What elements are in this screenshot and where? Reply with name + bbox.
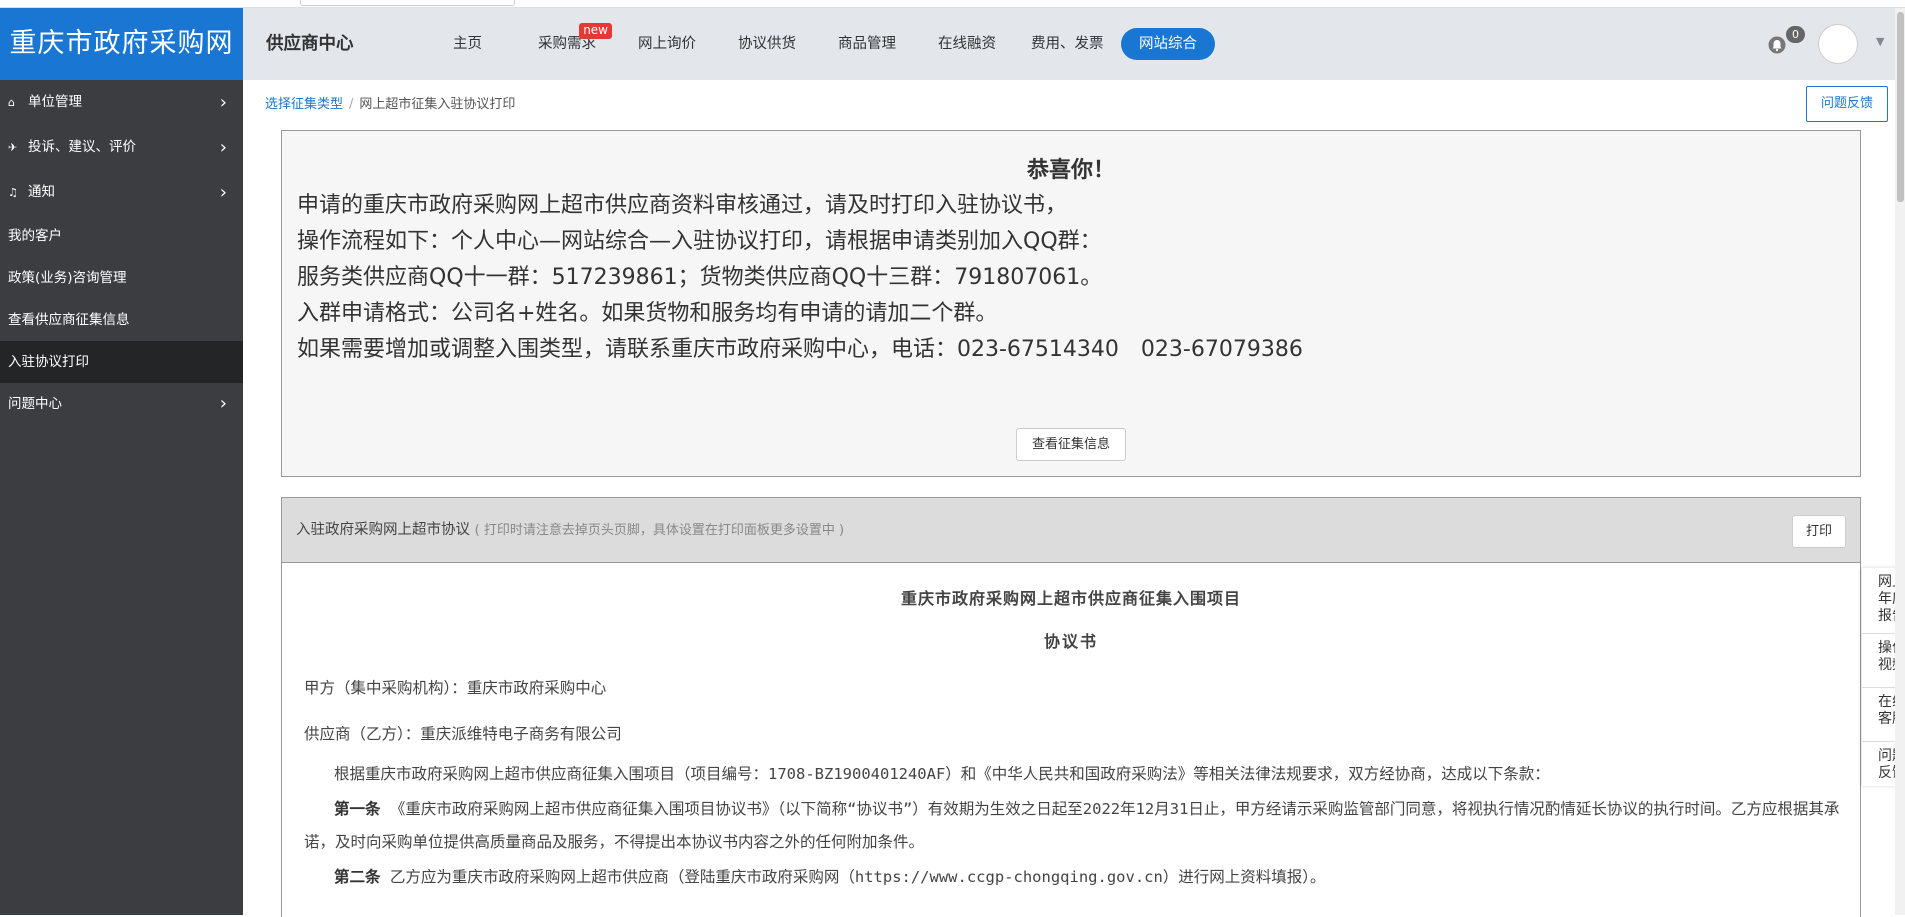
document-subtitle: 协议书 (1043, 632, 1098, 651)
nav-procurement-demand[interactable]: 采购需求 new (538, 8, 612, 80)
bell-icon: ♫ (8, 186, 18, 199)
notice-line: 服务类供应商QQ十一群：517239861；货物类供应商QQ十三群：791807… (297, 265, 1103, 290)
party-b: 供应商（乙方）：重庆派维特电子商务有限公司 (304, 725, 622, 743)
nav-home[interactable]: 主页 (453, 8, 482, 80)
chevron-right-icon: › (219, 393, 227, 414)
agreement-panel: 入驻政府采购网上超市协议 ( 打印时请注意去掉页头页脚，具体设置在打印面板更多设… (281, 497, 1861, 917)
sidebar-item-view-supplier-info[interactable]: 查看供应商征集信息 (0, 299, 243, 341)
agreement-panel-header: 入驻政府采购网上超市协议 ( 打印时请注意去掉页头页脚，具体设置在打印面板更多设… (282, 498, 1860, 563)
panel-title-text: 入驻政府采购网上超市协议 (296, 522, 470, 538)
send-icon: ✈ (8, 141, 18, 154)
notice-title: 恭喜你！ (1026, 158, 1115, 183)
sidebar-item-my-customers[interactable]: 我的客户 (0, 215, 243, 257)
document-title: 重庆市政府采购网上超市供应商征集入围项目 (900, 589, 1241, 608)
address-box (300, 0, 515, 6)
article-label: 第一条 (334, 800, 381, 818)
user-avatar[interactable] (1818, 24, 1858, 64)
browser-top-strip (0, 0, 1905, 8)
breadcrumb-current: 网上超市征集入驻协议打印 (359, 97, 516, 112)
scrollbar-thumb[interactable] (1897, 12, 1904, 202)
notification-bell-icon[interactable] (1768, 36, 1786, 54)
party-a: 甲方（集中采购机构）：重庆市政府采购中心 (304, 679, 607, 697)
sidebar-item-complaints[interactable]: ✈ 投诉、建议、评价 › (0, 125, 243, 170)
approval-notice: 恭喜你！ 申请的重庆市政府采购网上超市供应商资料审核通过，请及时打印入驻协议书，… (281, 130, 1861, 477)
intro-paragraph: 根据重庆市政府采购网上超市供应商征集入围项目（项目编号：1708-BZ19004… (334, 765, 1550, 783)
sidebar-item-label: 投诉、建议、评价 (28, 139, 136, 155)
new-badge: new (579, 23, 612, 39)
site-logo[interactable]: 重庆市政府采购网 (0, 8, 243, 80)
nav-online-financing[interactable]: 在线融资 (938, 8, 996, 80)
nav-product-management[interactable]: 商品管理 (838, 8, 896, 80)
notification-count-badge: 0 (1786, 26, 1805, 43)
breadcrumb-link[interactable]: 选择征集类型 (265, 97, 343, 112)
nav-agreement-supply[interactable]: 协议供货 (738, 8, 796, 80)
sidebar-item-notifications[interactable]: ♫ 通知 › (0, 170, 243, 215)
agreement-document: 重庆市政府采购网上超市供应商征集入围项目 协议书 甲方（集中采购机构）：重庆市政… (282, 585, 1860, 894)
notice-line: 入群申请格式：公司名+姓名。如果货物和服务均有申请的请加二个群。 (297, 301, 998, 326)
building-icon: ⌂ (8, 96, 15, 109)
sidebar-item-question-center[interactable]: 问题中心 › (0, 383, 243, 425)
agreement-panel-title: 入驻政府采购网上超市协议 ( 打印时请注意去掉页头页脚，具体设置在打印面板更多设… (296, 498, 844, 563)
chevron-right-icon: › (219, 182, 227, 203)
notice-line: 申请的重庆市政府采购网上超市供应商资料审核通过，请及时打印入驻协议书， (297, 193, 1068, 218)
notice-line: 如果需要增加或调整入围类型，请联系重庆市政府采购中心，电话：023-675143… (297, 337, 1303, 362)
notice-line: 操作流程如下：个人中心—网站综合—入驻协议打印，请根据申请类别加入QQ群： (297, 229, 1102, 254)
chevron-right-icon: › (219, 137, 227, 158)
article-1: 第一条 《重庆市政府采购网上超市供应商征集入围项目协议书》（以下简称“协议书”）… (304, 793, 1860, 859)
sidebar-item-unit-management[interactable]: ⌂ 单位管理 › (0, 80, 243, 125)
print-button[interactable]: 打印 (1792, 515, 1846, 548)
caret-down-icon[interactable]: ▼ (1876, 35, 1884, 48)
feedback-button[interactable]: 问题反馈 (1805, 86, 1888, 122)
nav-online-inquiry[interactable]: 网上询价 (638, 8, 696, 80)
nav-fees-invoices[interactable]: 费用、发票 (1031, 8, 1104, 80)
breadcrumb-separator: / (349, 97, 354, 112)
article-label: 第二条 (334, 868, 381, 886)
article-2: 第二条 乙方应为重庆市政府采购网上超市供应商（登陆重庆市政府采购网（https:… (304, 861, 1860, 894)
view-collection-info-button[interactable]: 查看征集信息 (1016, 428, 1126, 461)
sidebar-item-label: 通知 (28, 184, 55, 200)
notice-lines: 申请的重庆市政府采购网上超市供应商资料审核通过，请及时打印入驻协议书， 操作流程… (282, 188, 1860, 368)
sidebar-item-agreement-print[interactable]: 入驻协议打印 (0, 341, 243, 383)
breadcrumb: 选择征集类型 / 网上超市征集入驻协议打印 (265, 86, 515, 124)
breadcrumb-bar: 选择征集类型 / 网上超市征集入驻协议打印 问题反馈 (250, 86, 1890, 124)
nav-website-general[interactable]: 网站综合 (1121, 28, 1215, 60)
article-text: 乙方应为重庆市政府采购网上超市供应商（登陆重庆市政府采购网（https://ww… (389, 868, 1326, 886)
sidebar: ⌂ 单位管理 › ✈ 投诉、建议、评价 › ♫ 通知 › 我的客户 政策(业务)咨询管… (0, 80, 243, 915)
main-content: 恭喜你！ 申请的重庆市政府采购网上超市供应商资料审核通过，请及时打印入驻协议书，… (250, 124, 1890, 917)
chevron-right-icon: › (219, 92, 227, 113)
sidebar-item-label: 问题中心 (8, 396, 62, 412)
sidebar-item-policy-consulting[interactable]: 政策(业务)咨询管理 (0, 257, 243, 299)
top-navigation: 供应商中心 主页 采购需求 new 网上询价 协议供货 商品管理 在线融资 费用… (243, 8, 1905, 80)
print-hint: ( 打印时请注意去掉页头页脚，具体设置在打印面板更多设置中 ) (474, 523, 845, 538)
supplier-center-title: 供应商中心 (266, 34, 354, 54)
sidebar-item-label: 单位管理 (28, 94, 82, 110)
article-text: 《重庆市政府采购网上超市供应商征集入围项目协议书》（以下简称“协议书”）有效期为… (304, 800, 1840, 851)
